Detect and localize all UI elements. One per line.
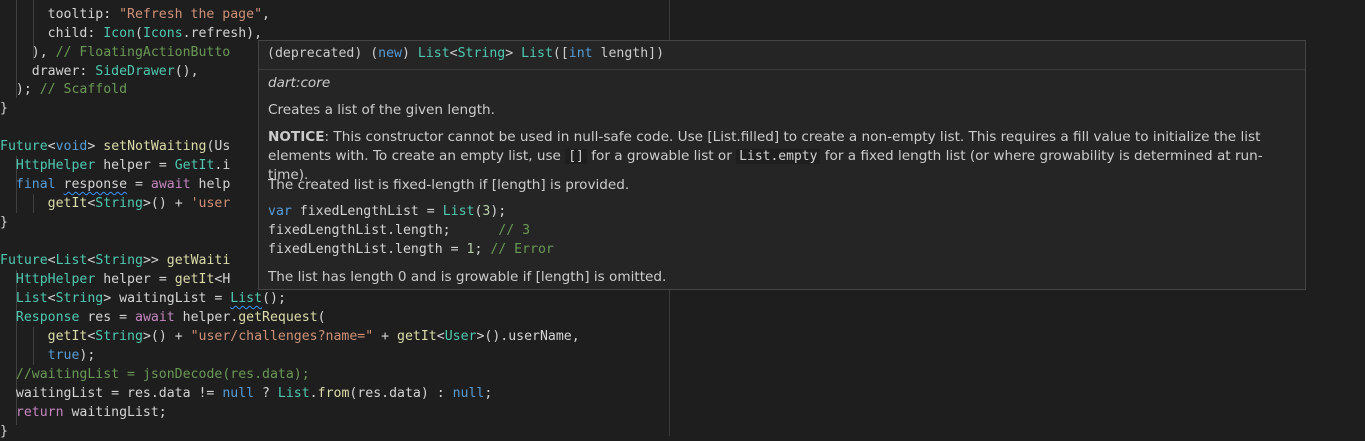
code-line: getIt<String>() + 'user	[47, 196, 231, 211]
code-line: Future<void> setNotWaiting(Us	[0, 139, 231, 154]
doc-paragraph: The list has length 0 and is growable if…	[268, 269, 667, 285]
code-line: Response res = await helper.getRequest(	[15, 310, 326, 325]
code-line: HttpHelper helper = GetIt.i	[15, 158, 231, 173]
inline-code: List.empty	[736, 149, 821, 164]
code-line: }	[0, 424, 8, 439]
code-example-line: fixedLengthList.length = 1; // Error	[268, 242, 554, 257]
code-line: tooltip: "Refresh the page",	[0, 7, 270, 22]
code-line: drawer: SideDrawer(),	[0, 64, 199, 79]
code-line: //waitingList = jsonDecode(res.data);	[15, 367, 310, 382]
code-line: HttpHelper helper = getIt<H	[15, 272, 231, 287]
code-line: }	[0, 101, 8, 116]
code-example-line: var fixedLengthList = List(3);	[268, 204, 507, 219]
doc-paragraph: Creates a list of the given length.	[268, 102, 495, 118]
code-line: return waitingList;	[15, 405, 167, 420]
code-line: getIt<String>() + "user/challenges?name=…	[47, 329, 580, 344]
hover-tooltip[interactable]: (deprecated) (new) List<String> List([in…	[258, 40, 1306, 290]
hover-signature: (deprecated) (new) List<String> List([in…	[259, 41, 1305, 70]
notice-label: NOTICE	[268, 129, 325, 145]
code-line: }	[0, 215, 8, 230]
code-line: ); // Scaffold	[0, 82, 128, 97]
doc-paragraph: The created list is fixed-length if [len…	[268, 177, 630, 193]
code-line: true);	[47, 348, 96, 363]
code-line: child: Icon(Icons.refresh),	[0, 26, 263, 41]
library-name: dart:core	[268, 75, 331, 91]
code-line: ), // FloatingActionButto	[0, 45, 231, 60]
code-line: Future<List<String>> getWaiti	[0, 253, 231, 268]
code-line: waitingList = res.data != null ? List.fr…	[0, 386, 493, 401]
code-line: final response = await help	[15, 177, 231, 192]
code-line: List<String> waitingList = List();	[15, 291, 286, 306]
inline-code: []	[565, 149, 587, 164]
code-example-line: fixedLengthList.length; // 3	[268, 223, 531, 238]
